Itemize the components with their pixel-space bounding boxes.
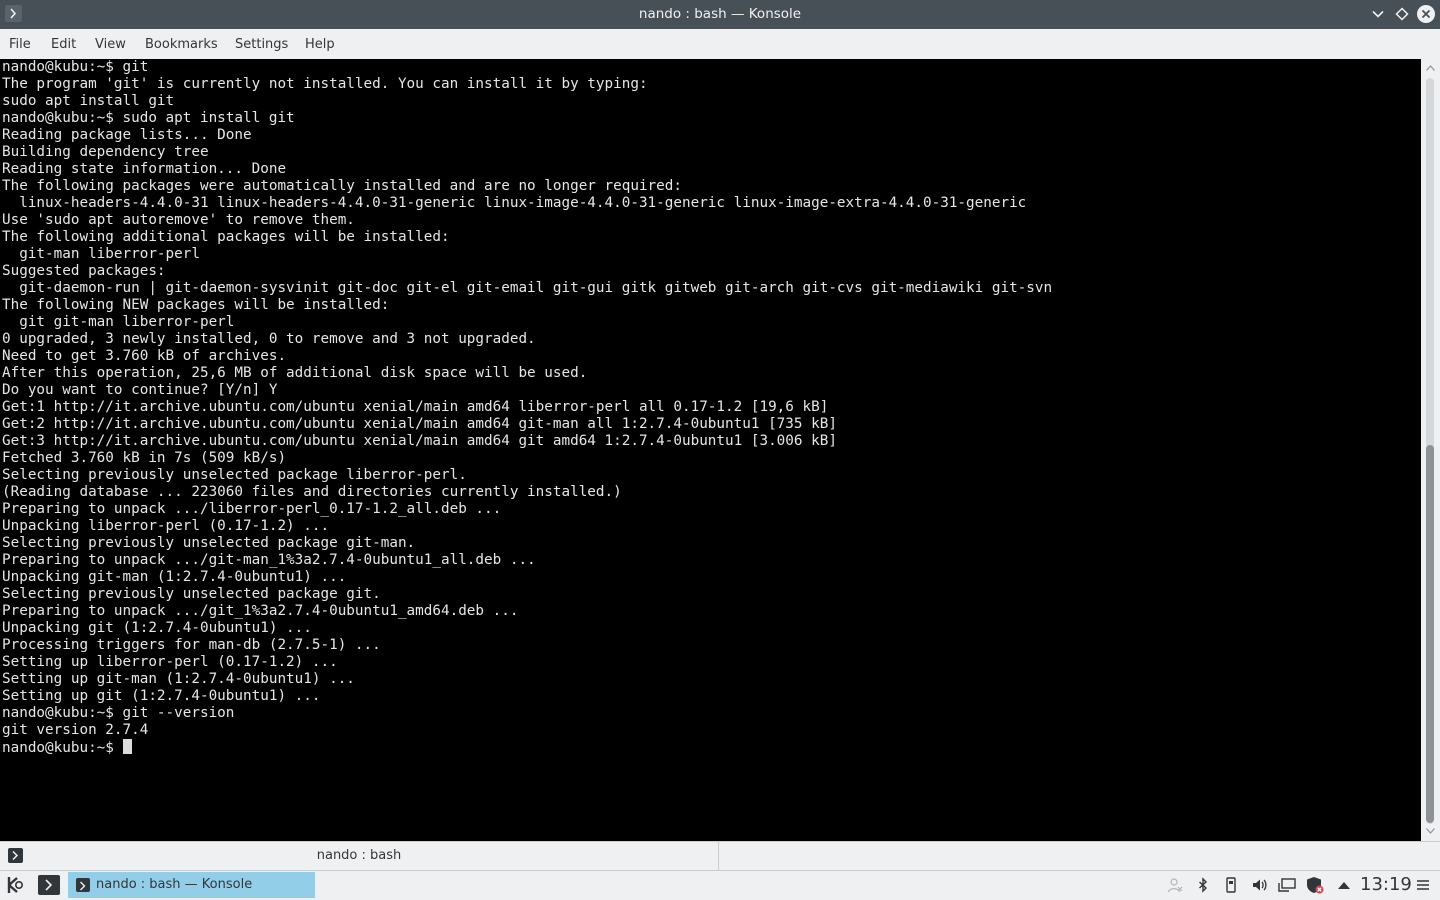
expand-tray-icon[interactable] xyxy=(1335,876,1353,894)
terminal-line: Setting up git-man (1:2.7.4-0ubuntu1) ..… xyxy=(2,671,355,687)
terminal-output[interactable]: nando@kubu:~$ git The program 'git' is cu… xyxy=(0,59,1421,841)
menu-edit[interactable]: Edit xyxy=(51,37,76,52)
terminal-prompt-line[interactable]: nando@kubu:~$ xyxy=(2,739,1052,756)
close-button[interactable] xyxy=(1417,5,1435,23)
terminal-line: Preparing to unpack .../liberror-perl_0.… xyxy=(2,501,502,517)
terminal-line: 0 upgraded, 3 newly installed, 0 to remo… xyxy=(2,331,536,347)
user-icon[interactable] xyxy=(1166,876,1184,894)
scroll-up-icon[interactable] xyxy=(1426,65,1435,71)
minimize-button[interactable] xyxy=(1368,4,1388,24)
close-icon xyxy=(1421,9,1431,19)
terminal-line: Get:3 http://it.archive.ubuntu.com/ubunt… xyxy=(2,433,837,449)
terminal-line: Do you want to continue? [Y/n] Y xyxy=(2,382,278,398)
terminal-line: Setting up git (1:2.7.4-0ubuntu1) ... xyxy=(2,688,321,704)
menu-bookmarks[interactable]: Bookmarks xyxy=(145,37,218,52)
terminal-prompt: nando@kubu:~$ xyxy=(2,740,123,756)
terminal-line: nando@kubu:~$ git --version xyxy=(2,705,235,721)
terminal-line: Selecting previously unselected package … xyxy=(2,586,381,602)
terminal-line: Use 'sudo apt autoremove' to remove them… xyxy=(2,212,355,228)
terminal-line: Building dependency tree xyxy=(2,144,209,160)
terminal-line: Reading state information... Done xyxy=(2,161,287,177)
vertical-scrollbar[interactable] xyxy=(1421,59,1440,841)
clock[interactable]: 13:19 xyxy=(1360,874,1412,895)
panel-menu-icon[interactable] xyxy=(1414,876,1432,894)
terminal-line: Reading package lists... Done xyxy=(2,127,252,143)
terminal-line: linux-headers-4.4.0-31 linux-headers-4.4… xyxy=(2,195,1027,211)
menu-help[interactable]: Help xyxy=(305,37,335,52)
terminal-line: Setting up liberror-perl (0.17-1.2) ... xyxy=(2,654,338,670)
terminal-line: Suggested packages: xyxy=(2,263,166,279)
terminal-cursor xyxy=(122,739,132,754)
scroll-thumb[interactable] xyxy=(1426,445,1434,823)
terminal-line: Selecting previously unselected package … xyxy=(2,535,416,551)
scroll-down-icon[interactable] xyxy=(1426,828,1435,834)
updates-shield-icon[interactable] xyxy=(1306,876,1324,894)
volume-icon[interactable] xyxy=(1250,876,1268,894)
konsole-icon xyxy=(76,878,90,892)
menu-file[interactable]: File xyxy=(9,37,31,52)
terminal-lines: nando@kubu:~$ git The program 'git' is cu… xyxy=(2,59,1052,756)
terminal-line: git-daemon-run | git-daemon-sysvinit git… xyxy=(2,280,1053,296)
terminal-line: Preparing to unpack .../git-man_1%3a2.7.… xyxy=(2,552,536,568)
terminal-line: Unpacking liberror-perl (0.17-1.2) ... xyxy=(2,518,330,534)
task-label: nando : bash — Konsole xyxy=(96,877,253,892)
terminal-line: Unpacking git-man (1:2.7.4-0ubuntu1) ... xyxy=(2,569,347,585)
menu-view[interactable]: View xyxy=(95,37,126,52)
tab-label: nando : bash xyxy=(316,848,402,863)
task-konsole[interactable]: nando : bash — Konsole xyxy=(68,872,315,898)
terminal-line: Selecting previously unselected package … xyxy=(2,467,467,483)
konsole-icon xyxy=(45,879,53,891)
bluetooth-icon[interactable] xyxy=(1194,876,1212,894)
terminal-line: Unpacking git (1:2.7.4-0ubuntu1) ... xyxy=(2,620,312,636)
terminal-line: git version 2.7.4 xyxy=(2,722,149,738)
terminal-line: Get:2 http://it.archive.ubuntu.com/ubunt… xyxy=(2,416,837,432)
window-title: nando : bash — Konsole xyxy=(638,6,802,22)
terminal-line: The following NEW packages will be insta… xyxy=(2,297,390,313)
chevron-down-icon xyxy=(1372,10,1384,18)
menubar: File Edit View Bookmarks Settings Help xyxy=(0,29,1440,59)
terminal-line: nando@kubu:~$ git xyxy=(2,59,149,75)
session-tabbar: nando : bash xyxy=(0,841,1440,870)
terminal-line: git git-man liberror-perl xyxy=(2,314,235,330)
terminal-line: sudo apt install git xyxy=(2,93,175,109)
terminal-line: nando@kubu:~$ sudo apt install git xyxy=(2,110,295,126)
tab-session[interactable]: nando : bash xyxy=(0,842,719,870)
terminal-line: git-man liberror-perl xyxy=(2,246,200,262)
diamond-icon xyxy=(1395,7,1409,21)
terminal-line: The following additional packages will b… xyxy=(2,229,450,245)
window-titlebar[interactable]: nando : bash — Konsole xyxy=(0,0,1440,29)
terminal-line: The following packages were automaticall… xyxy=(2,178,682,194)
pager-button[interactable] xyxy=(38,875,60,895)
taskbar-panel: nando : bash — Konsole 13:19 xyxy=(0,870,1440,900)
terminal-line: The program 'git' is currently not insta… xyxy=(2,76,648,92)
terminal-line: Fetched 3.760 kB in 7s (509 kB/s) xyxy=(2,450,287,466)
maximize-button[interactable] xyxy=(1392,4,1412,24)
terminal-line: Need to get 3.760 kB of archives. xyxy=(2,348,287,364)
usb-drive-icon[interactable] xyxy=(1222,876,1240,894)
terminal-line: Get:1 http://it.archive.ubuntu.com/ubunt… xyxy=(2,399,829,415)
kde-launcher-icon[interactable] xyxy=(4,874,26,896)
terminal-line: After this operation, 25,6 MB of additio… xyxy=(2,365,588,381)
terminal-line: (Reading database ... 223060 files and d… xyxy=(2,484,622,500)
terminal-line: Preparing to unpack .../git_1%3a2.7.4-0u… xyxy=(2,603,519,619)
terminal-line: Processing triggers for man-db (2.7.5-1)… xyxy=(2,637,381,653)
display-icon[interactable] xyxy=(1278,876,1296,894)
menu-settings[interactable]: Settings xyxy=(235,37,288,52)
